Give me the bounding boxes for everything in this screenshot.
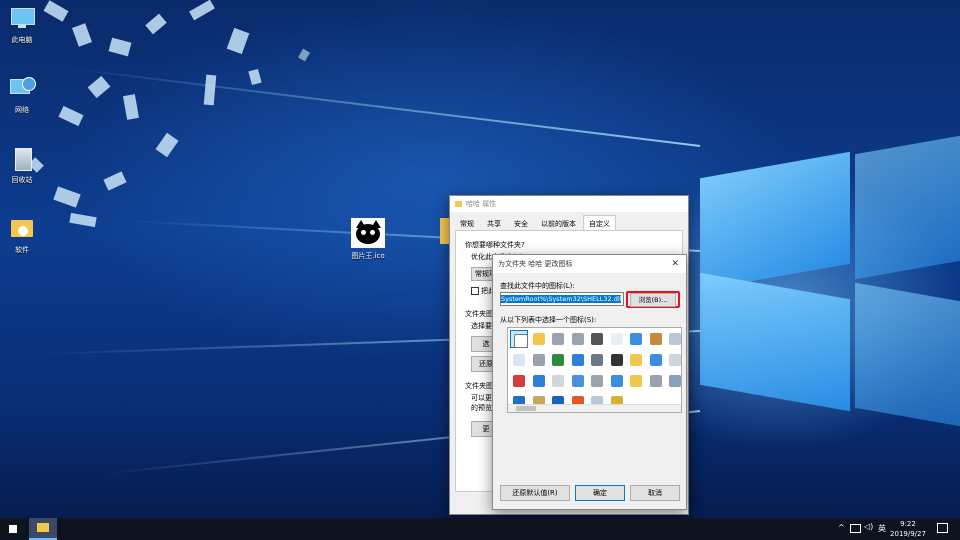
shortcut-icon[interactable]	[608, 351, 626, 369]
arrow-icon[interactable]	[647, 330, 665, 348]
taskbar: ^ ◁) 英 9:22 2019/9/27	[0, 518, 960, 540]
folder-icon[interactable]	[530, 330, 548, 348]
recycle-bin-icon[interactable]	[666, 330, 681, 348]
drive-icon[interactable]	[569, 330, 587, 348]
change-icon-title: 为文件夹 哈哈 更改图标	[498, 260, 573, 268]
desktop-icon-image-file[interactable]: 图片王.ico	[344, 218, 392, 261]
cd-icon[interactable]	[549, 372, 567, 390]
icon-list-label: 从以下列表中选择一个图标(S):	[500, 316, 597, 324]
volume-icon[interactable]: ◁)	[864, 522, 873, 531]
window-icon[interactable]	[647, 351, 665, 369]
clock[interactable]: 9:22 2019/9/27	[888, 519, 928, 539]
blank-doc-icon[interactable]	[510, 330, 528, 348]
scrollbar-thumb[interactable]	[516, 406, 536, 411]
delete-drive-icon[interactable]	[510, 372, 528, 390]
printer-icon[interactable]	[588, 330, 606, 348]
computer-icon	[8, 6, 36, 32]
ok-button[interactable]: 确定	[575, 485, 625, 501]
browse-button[interactable]: 浏览(B)...	[630, 293, 676, 307]
taskbar-explorer-button[interactable]	[29, 518, 57, 540]
network-icon[interactable]	[530, 372, 548, 390]
drive-icon[interactable]	[549, 330, 567, 348]
document-icon[interactable]	[608, 330, 626, 348]
file-explorer-icon	[37, 523, 49, 532]
clock-date: 2019/9/27	[890, 530, 926, 538]
folder-icon[interactable]	[627, 372, 645, 390]
notification-icon[interactable]	[937, 523, 948, 533]
icon-grid[interactable]	[507, 327, 682, 413]
cancel-button[interactable]: 取消	[630, 485, 680, 501]
network-icon	[8, 76, 36, 102]
desktop-icon-this-pc[interactable]: 此电脑	[0, 6, 46, 45]
show-hidden-icons-icon[interactable]: ^	[838, 523, 845, 532]
desktop-icon-network[interactable]: 网络	[0, 76, 46, 115]
window-icon[interactable]	[627, 330, 645, 348]
question-label: 你想要哪种文件夹?	[465, 241, 525, 249]
restore-defaults-button[interactable]: 还原默认值(R)	[500, 485, 570, 501]
search-icon[interactable]	[569, 372, 587, 390]
apply-subfolders-checkbox[interactable]	[471, 287, 479, 295]
drive-icon[interactable]	[647, 372, 665, 390]
properties-titlebar[interactable]: 哈哈 属性	[450, 196, 688, 212]
folder-icon	[455, 201, 462, 207]
horizontal-scrollbar[interactable]	[508, 404, 681, 412]
folder-icon	[8, 216, 36, 242]
clock-time: 9:22	[900, 520, 916, 528]
properties-title: 哈哈 属性	[466, 200, 497, 208]
drive-icon[interactable]	[530, 351, 548, 369]
icon-path-input[interactable]: SystemRoot%\System32\SHELL32.dll	[500, 292, 624, 306]
desktop-icon-recycle-bin[interactable]: 回收站	[0, 146, 46, 185]
cd-icon[interactable]	[666, 351, 681, 369]
globe-icon[interactable]	[549, 351, 567, 369]
folder-icon[interactable]	[627, 351, 645, 369]
window-icon[interactable]	[608, 372, 626, 390]
folder-icons-heading: 文件夹图	[465, 382, 493, 390]
network-icon[interactable]	[569, 351, 587, 369]
recycle-bin-icon	[8, 146, 36, 172]
change-icon-titlebar[interactable]: 为文件夹 哈哈 更改图标 ✕	[493, 255, 686, 273]
clock-icon[interactable]	[666, 372, 681, 390]
settings-icon[interactable]	[588, 351, 606, 369]
display-icon[interactable]	[850, 524, 861, 533]
input-language[interactable]: 英	[878, 523, 886, 534]
close-icon[interactable]: ✕	[671, 259, 679, 269]
chart-doc-icon[interactable]	[510, 351, 528, 369]
folder-pictures-heading: 文件夹图	[465, 310, 493, 318]
find-icons-label: 查找此文件中的图标(L):	[500, 282, 575, 290]
windows-icon	[9, 525, 17, 533]
start-button[interactable]	[0, 518, 28, 540]
cat-image-icon	[351, 218, 385, 248]
drive-icon[interactable]	[588, 372, 606, 390]
desktop-icon-software[interactable]: 软件	[0, 216, 46, 255]
